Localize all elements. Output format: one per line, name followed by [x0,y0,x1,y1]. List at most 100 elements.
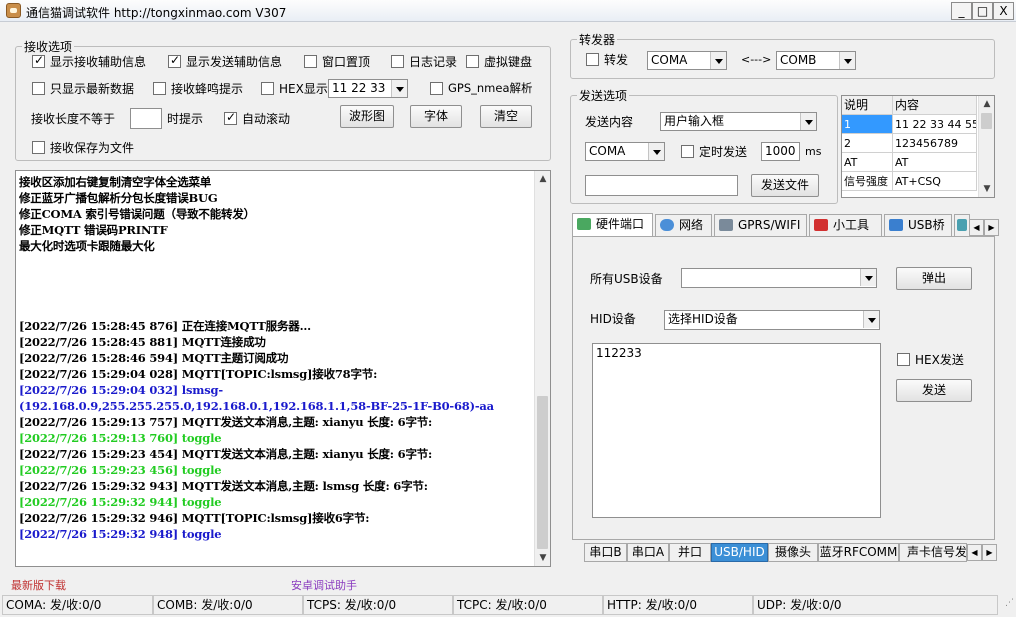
scroll-thumb[interactable] [981,113,992,129]
chevron-down-icon[interactable] [800,113,816,130]
only-latest-checkbox[interactable] [32,82,45,95]
waveform-button[interactable]: 波形图 [340,105,394,128]
interval-input[interactable]: 1000 [761,142,800,161]
show-recv-aux-checkbox[interactable] [32,53,45,68]
scroll-down-icon[interactable]: ▼ [979,181,994,197]
eject-button[interactable]: 弹出 [896,267,972,290]
bottom-tab-left-icon[interactable]: ◀ [967,544,982,561]
table-cell[interactable]: 信号强度 [842,172,893,191]
table-cell[interactable]: 123456789 [893,134,977,153]
tab-more[interactable]: · [954,214,970,236]
scroll-up-icon[interactable]: ▲ [979,96,994,112]
tab-network[interactable]: 网络 [655,214,712,236]
table-cell[interactable]: 11 22 33 44 55 [893,115,977,134]
gps-parse-checkbox[interactable] [430,82,443,95]
status-comb: COMB: 发/收:0/0 [153,595,303,615]
forward-from-combo[interactable]: COMA [647,51,727,70]
bottom-tab-right-icon[interactable]: ▶ [982,544,997,561]
log-line: [2022/7/26 15:29:23 454] MQTT发送文本消息,主题: … [19,447,433,461]
tab-gprs-wifi[interactable]: GPRS/WIFI [714,214,807,236]
window-top-checkbox[interactable] [304,55,317,68]
table-cell[interactable]: 2 [842,134,893,153]
tab-sound-card[interactable]: 声卡信号发 [899,543,967,562]
hid-send-button[interactable]: 发送 [896,379,972,402]
chevron-down-icon[interactable] [860,269,876,286]
tab-serial-a[interactable]: 串口A [627,543,669,562]
log-line: [2022/7/26 15:29:04 028] MQTT[TOPIC:lsms… [19,367,378,381]
table-cell[interactable]: AT [893,153,977,172]
chevron-down-icon[interactable] [710,52,726,69]
save-file-checkbox[interactable] [32,141,45,154]
recv-beep-checkbox[interactable] [153,82,166,95]
chevron-down-icon[interactable] [648,143,664,160]
tab-scroll-left-icon[interactable]: ◀ [969,219,984,236]
send-options-legend: 发送选项 [579,89,628,103]
virtual-keyboard-checkbox[interactable] [466,55,479,68]
all-usb-combo[interactable] [681,268,877,288]
log-line: [2022/7/26 15:29:32 943] MQTT发送文本消息,主题: … [19,479,428,493]
window-top-label: 窗口置顶 [322,55,371,69]
close-button[interactable]: X [993,2,1014,20]
log-scrollbar[interactable]: ▲ ▼ [534,171,550,566]
save-file-label: 接收保存为文件 [50,141,135,155]
scroll-up-icon[interactable]: ▲ [535,171,551,187]
send-content-combo[interactable]: 用户输入框 [660,112,817,131]
hid-send-textarea[interactable]: 112233 [592,343,881,518]
tab-serial-b[interactable]: 串口B [584,543,627,562]
android-link[interactable]: 安卓调试助手 [291,577,357,593]
virtual-keyboard-label: 虚拟键盘 [484,55,533,69]
tab-tools[interactable]: 小工具 [809,214,882,236]
recv-len-input[interactable] [130,108,162,129]
hex-display-label: HEX显示 [279,82,328,96]
hex-display-combo[interactable]: 11 22 33 [328,79,408,98]
show-send-aux-checkbox[interactable] [168,53,181,68]
only-latest-label: 只显示最新数据 [50,82,135,96]
tab-bluetooth-rfcomm[interactable]: 蓝牙RFCOMM [818,543,899,562]
timed-send-checkbox[interactable] [681,145,694,158]
tab-camera[interactable]: 摄像头 [768,543,818,562]
table-scrollbar[interactable]: ▲ ▼ [978,96,994,197]
clear-button[interactable]: 清空 [480,105,532,128]
auto-scroll-checkbox[interactable] [224,110,237,125]
quick-send-table[interactable]: 说明 内容 1 11 22 33 44 55 2 123456789 AT AT… [841,95,995,198]
table-cell[interactable]: 1 [842,115,893,134]
chevron-down-icon[interactable] [863,311,879,328]
forward-from-value: COMA [651,53,688,67]
tab-usb-bridge[interactable]: USB桥 [884,214,952,236]
tab-parallel[interactable]: 并口 [669,543,711,562]
chevron-down-icon[interactable] [391,80,407,97]
window-title: 通信猫调试软件 http://tongxinmao.com V307 [26,6,287,20]
status-udp: UDP: 发/收:0/0 [753,595,998,615]
all-usb-label: 所有USB设备 [590,272,663,286]
forward-checkbox[interactable] [586,53,599,66]
log-record-checkbox[interactable] [391,55,404,68]
log-line: [2022/7/26 15:28:46 594] MQTT主题订阅成功 [19,351,289,365]
tab-scroll-right-icon[interactable]: ▶ [984,219,999,236]
log-line: 最大化时选项卡跟随最大化 [19,239,155,253]
maximize-button[interactable]: □ [972,2,993,20]
minimize-button[interactable]: _ [951,2,972,20]
resize-grip-icon[interactable]: ⋰ [999,598,1014,614]
hex-display-checkbox[interactable] [261,82,274,95]
hid-combo[interactable]: 选择HID设备 [664,310,880,330]
forward-to-combo[interactable]: COMB [776,51,856,70]
send-port-combo[interactable]: COMA [585,142,665,161]
log-line: [2022/7/26 15:29:04 032] lsmsg- [19,383,223,397]
log-line: 修正MQTT 错误码PRINTF [19,223,168,237]
tab-hardware-port[interactable]: 硬件端口 [572,213,653,237]
file-path-input[interactable] [585,175,738,196]
hex-send-checkbox[interactable] [897,353,910,366]
download-link[interactable]: 最新版下载 [11,577,66,593]
receive-log[interactable]: 接收区添加右键复制清空字体全选菜单 修正蓝牙广播包解析分包长度错误BUG 修正COM… [15,170,551,567]
send-file-button[interactable]: 发送文件 [751,174,819,197]
chevron-down-icon[interactable] [839,52,855,69]
tab-usb-hid[interactable]: USB/HID [711,543,768,562]
font-button[interactable]: 字体 [410,105,462,128]
scroll-down-icon[interactable]: ▼ [535,550,551,566]
log-line: [2022/7/26 15:28:45 876] 正在连接MQTT服务器... [19,319,311,333]
hid-label: HID设备 [590,312,636,326]
table-cell[interactable]: AT [842,153,893,172]
scroll-thumb[interactable] [537,396,548,549]
table-cell[interactable]: AT+CSQ [893,172,977,191]
hex-send-label: HEX发送 [915,353,964,367]
